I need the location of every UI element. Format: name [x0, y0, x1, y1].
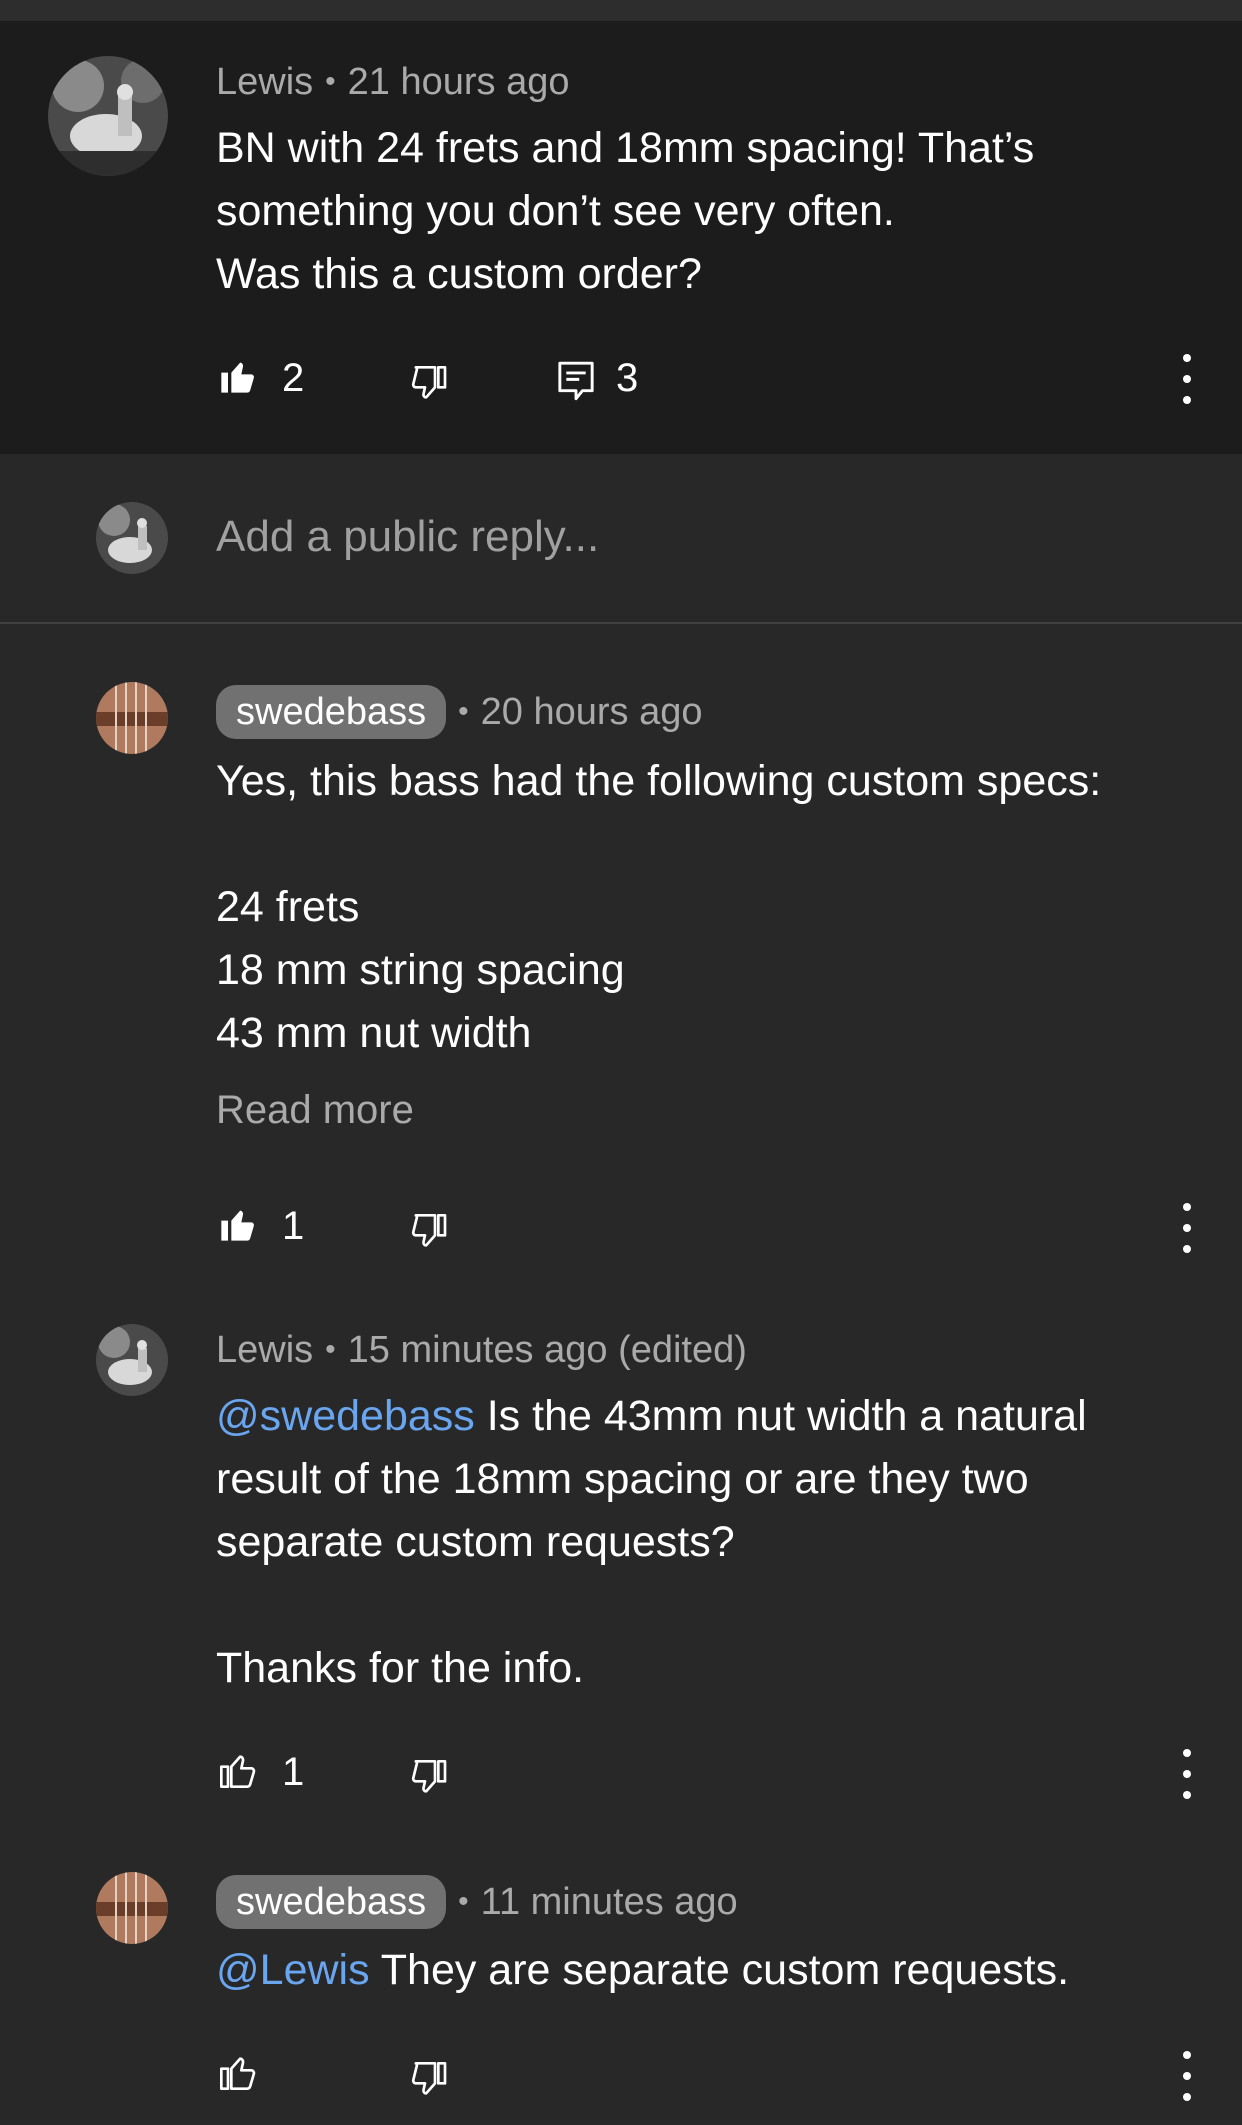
separator-dot: •: [458, 695, 469, 728]
comment-meta: Lewis • 21 hours ago: [216, 56, 570, 108]
divider: [0, 622, 1242, 624]
dislike-button[interactable]: [410, 2060, 450, 2100]
thumbs-up-icon: [220, 2057, 256, 2090]
like-count: 1: [282, 1750, 305, 1794]
current-user-avatar: [96, 502, 168, 574]
comment-text: @Lewis They are separate custom requests…: [216, 1939, 1216, 2002]
comment-text: @swedebass Is the 43mm nut width a natur…: [216, 1385, 1216, 1700]
like-button[interactable]: [218, 2052, 258, 2092]
creator-badge[interactable]: swedebass: [216, 685, 447, 739]
thumbs-up-icon: [221, 1210, 254, 1241]
comment-text: BN with 24 frets and 18mm spacing! That’…: [216, 124, 1035, 298]
more-options-button[interactable]: [1177, 1749, 1197, 1799]
timestamp: 20 hours ago: [480, 690, 703, 733]
like-count: 1: [282, 1204, 305, 1248]
dislike-button[interactable]: [410, 364, 450, 404]
avatar-image: [96, 682, 168, 754]
avatar-image: [48, 56, 168, 176]
author-name[interactable]: Lewis: [216, 1329, 313, 1372]
avatar-lewis[interactable]: [96, 1324, 168, 1396]
reply-input-row: [0, 454, 1242, 622]
avatar-swedebass[interactable]: [96, 1872, 168, 1944]
like-count: 2: [282, 356, 305, 400]
creator-badge[interactable]: swedebass: [216, 1875, 447, 1929]
reply-input[interactable]: Add a public reply...: [216, 512, 599, 562]
thumbs-down-icon: [411, 2062, 447, 2095]
avatar-image: [96, 1872, 168, 1944]
avatar-swedebass[interactable]: [96, 682, 168, 754]
timestamp: 21 hours ago: [347, 60, 570, 103]
like-button[interactable]: [218, 1204, 258, 1244]
avatar-image: [96, 1324, 168, 1396]
timestamp: 11 minutes ago: [480, 1880, 738, 1923]
comment-meta: Lewis • 15 minutes ago (edited): [216, 1324, 747, 1376]
thumbs-down-icon: [411, 1760, 447, 1793]
separator-dot: •: [325, 1333, 336, 1366]
separator-dot: •: [325, 65, 336, 98]
mention-link[interactable]: @Lewis: [216, 1946, 370, 1994]
thumbs-down-icon: [411, 366, 447, 399]
more-vert-icon: [1183, 354, 1191, 362]
comment-icon: [558, 361, 594, 401]
read-more-link[interactable]: Read more: [216, 1088, 414, 1133]
dislike-button[interactable]: [410, 1212, 450, 1252]
like-button[interactable]: [218, 1750, 258, 1790]
more-options-button[interactable]: [1177, 354, 1197, 404]
avatar-image: [96, 502, 168, 574]
avatar-lewis[interactable]: [48, 56, 168, 176]
comment-meta: swedebass • 11 minutes ago: [216, 1874, 738, 1930]
more-options-button[interactable]: [1177, 2051, 1197, 2101]
more-vert-icon: [1183, 2051, 1191, 2059]
timestamp: 15 minutes ago (edited): [347, 1328, 747, 1371]
more-vert-icon: [1183, 1749, 1191, 1757]
author-name[interactable]: Lewis: [216, 61, 313, 104]
thumbs-up-icon: [220, 1755, 256, 1788]
comment-text: Yes, this bass had the following custom …: [216, 757, 1102, 1057]
more-options-button[interactable]: [1177, 1203, 1197, 1253]
top-status-strip: [0, 0, 1242, 21]
more-vert-icon: [1183, 1203, 1191, 1211]
separator-dot: •: [458, 1885, 469, 1918]
dislike-button[interactable]: [410, 1758, 450, 1798]
reply-count: 3: [616, 356, 639, 400]
reply-button[interactable]: [556, 360, 596, 402]
thumbs-down-icon: [411, 1214, 447, 1247]
comment-body: They are separate custom requests.: [369, 1946, 1070, 1994]
mention-link[interactable]: @swedebass: [216, 1392, 475, 1440]
thumbs-up-icon: [221, 362, 254, 393]
comment-meta: swedebass • 20 hours ago: [216, 684, 702, 740]
like-button[interactable]: [218, 356, 258, 396]
